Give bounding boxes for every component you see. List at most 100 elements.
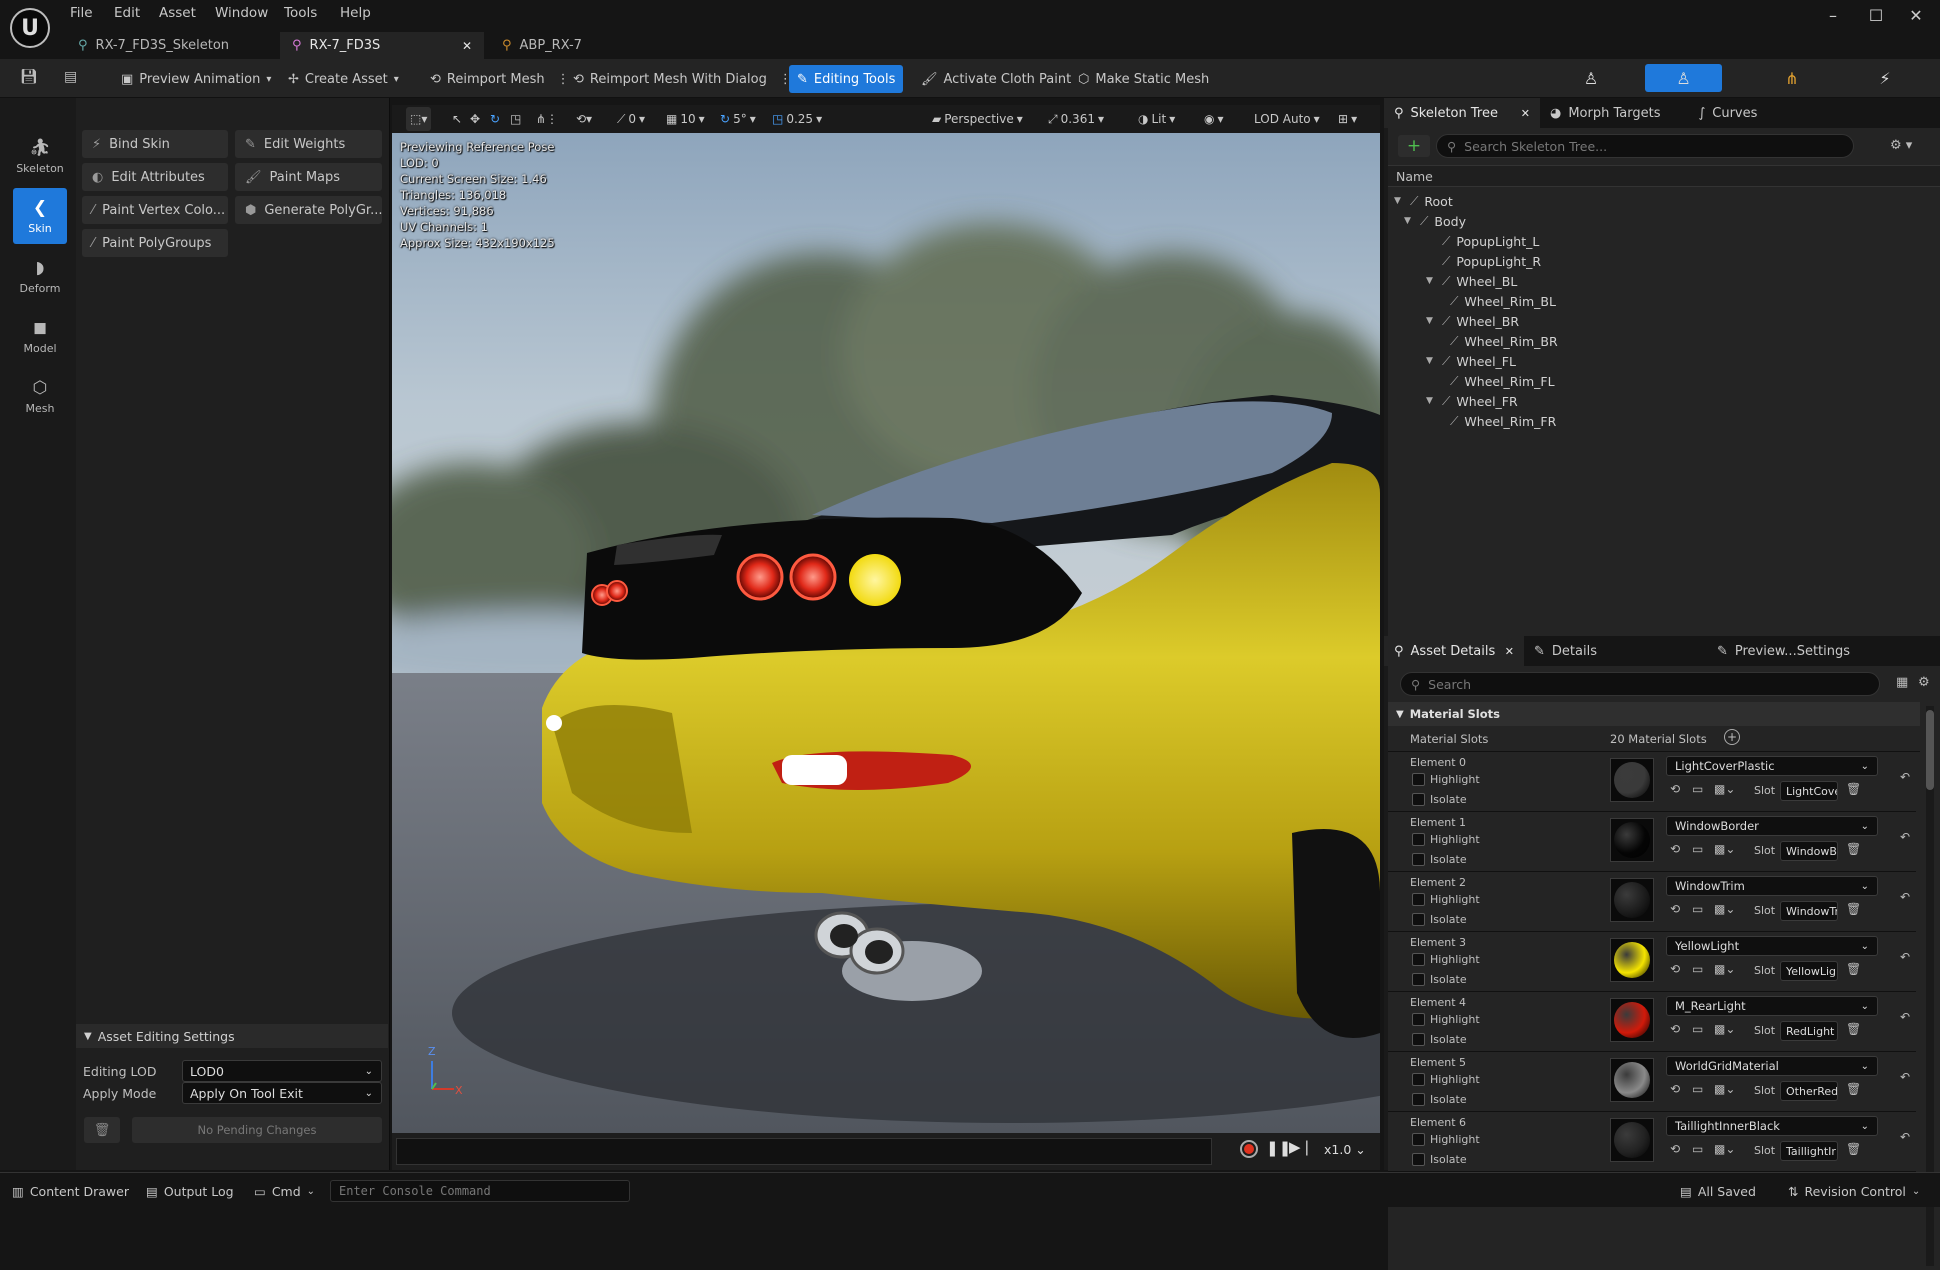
material-options-icon[interactable]: ▩⌄ <box>1714 1082 1735 1096</box>
close-icon[interactable]: ✕ <box>1521 107 1530 120</box>
reset-to-default-icon[interactable]: ↶ <box>1900 1130 1910 1144</box>
material-options-icon[interactable]: ▩⌄ <box>1714 1022 1735 1036</box>
mode-model[interactable]: ◼ Model <box>13 308 67 364</box>
material-slots-section-header[interactable]: ▼ Material Slots <box>1388 702 1920 726</box>
content-drawer-button[interactable]: ▥ Content Drawer <box>12 1180 129 1202</box>
coordinate-system-icon[interactable]: ⋔⋮ <box>532 107 562 131</box>
material-dropdown[interactable]: WindowTrim ⌄ <box>1666 876 1878 896</box>
scale-icon[interactable]: ◳ <box>506 107 525 131</box>
material-options-icon[interactable]: ▩⌄ <box>1714 962 1735 976</box>
material-dropdown[interactable]: LightCoverPlastic ⌄ <box>1666 756 1878 776</box>
details-search-input[interactable]: ⚲ Search <box>1400 672 1880 696</box>
isolate-checkbox[interactable] <box>1412 853 1425 866</box>
use-selected-icon[interactable]: ⟲ <box>1670 1082 1680 1096</box>
activate-cloth-paint-button[interactable]: 🖌︎ Activate Cloth Paint <box>913 65 1079 93</box>
scale-snap[interactable]: ◳ 0.25 ▾ <box>768 107 826 131</box>
material-thumbnail[interactable] <box>1610 938 1654 982</box>
bone-row[interactable]: ▼ ⟋ Root <box>1388 191 1940 211</box>
revision-control-dropdown[interactable]: ⇅ Revision Control ⌄ <box>1788 1180 1920 1202</box>
paint-polygroups-tool[interactable]: ⁄ Paint PolyGroups <box>82 229 228 257</box>
menu-asset[interactable]: Asset <box>159 5 196 25</box>
bone-row[interactable]: ⟋ Wheel_Rim_BL <box>1388 291 1940 311</box>
reset-to-default-icon[interactable]: ↶ <box>1900 830 1910 844</box>
material-thumbnail[interactable] <box>1610 998 1654 1042</box>
show-dropdown[interactable]: ◉ ▾ <box>1200 107 1228 131</box>
reset-to-default-icon[interactable]: ↶ <box>1900 950 1910 964</box>
editing-lod-dropdown[interactable]: LOD0 ⌄ <box>182 1060 382 1082</box>
browse-icon[interactable]: ▤ <box>64 69 77 85</box>
scrollbar-thumb[interactable] <box>1926 710 1934 790</box>
slot-name-input[interactable]: WindowTr <box>1780 901 1838 921</box>
table-view-icon[interactable]: ▦ <box>1896 675 1908 690</box>
bone-row[interactable]: ⟋ Wheel_Rim_FR <box>1388 411 1940 431</box>
step-forward-icon[interactable]: ▶❘ <box>1289 1138 1313 1156</box>
material-options-icon[interactable]: ▩⌄ <box>1714 1142 1735 1156</box>
edit-attributes-tool[interactable]: ◐ Edit Attributes <box>82 163 228 191</box>
delete-slot-icon[interactable]: 🗑︎ <box>1846 1022 1861 1036</box>
bone-row[interactable]: ▼ ⟋ Wheel_FL <box>1388 351 1940 371</box>
translate-icon[interactable]: ✥ <box>466 107 484 131</box>
bone-row[interactable]: ⟋ Wheel_Rim_BR <box>1388 331 1940 351</box>
isolate-checkbox[interactable] <box>1412 1033 1425 1046</box>
tab-skeleton[interactable]: ⚲ RX-7_FD3S_Skeleton <box>66 32 278 59</box>
use-selected-icon[interactable]: ⟲ <box>1670 1142 1680 1156</box>
maximize-icon[interactable]: ☐ <box>1866 6 1886 26</box>
skeleton-search-input[interactable]: ⚲ Search Skeleton Tree... <box>1436 134 1854 158</box>
highlight-checkbox[interactable] <box>1412 1073 1425 1086</box>
delete-slot-icon[interactable]: 🗑︎ <box>1846 842 1861 856</box>
timeline-scrubber[interactable] <box>396 1138 1212 1165</box>
use-selected-icon[interactable]: ⟲ <box>1670 902 1680 916</box>
bone-row[interactable]: ▼ ⟋ Wheel_BL <box>1388 271 1940 291</box>
material-dropdown[interactable]: TaillightInnerBlack ⌄ <box>1666 1116 1878 1136</box>
tab-details[interactable]: ✎ Details <box>1524 636 1607 666</box>
isolate-checkbox[interactable] <box>1412 1093 1425 1106</box>
column-header-name[interactable]: Name <box>1388 165 1940 187</box>
highlight-checkbox[interactable] <box>1412 1013 1425 1026</box>
isolate-checkbox[interactable] <box>1412 1153 1425 1166</box>
mode-mesh[interactable]: ⬡ Mesh <box>13 368 67 424</box>
reset-to-default-icon[interactable]: ↶ <box>1900 770 1910 784</box>
mode-deform[interactable]: ◗ Deform <box>13 248 67 304</box>
material-thumbnail[interactable] <box>1610 1118 1654 1162</box>
material-thumbnail[interactable] <box>1610 818 1654 862</box>
preview-animation-button[interactable]: ▣ Preview Animation ▾ <box>113 65 279 93</box>
minimize-icon[interactable]: – <box>1823 6 1843 26</box>
material-thumbnail[interactable] <box>1610 1058 1654 1102</box>
delete-slot-icon[interactable]: 🗑︎ <box>1846 1142 1861 1156</box>
bone-row[interactable]: ▼ ⟋ Wheel_BR <box>1388 311 1940 331</box>
menu-window[interactable]: Window <box>215 5 268 25</box>
delete-slot-icon[interactable]: 🗑︎ <box>1846 1082 1861 1096</box>
apply-mode-dropdown[interactable]: Apply On Tool Exit ⌄ <box>182 1082 382 1104</box>
record-button[interactable] <box>1240 1140 1258 1158</box>
material-dropdown[interactable]: YellowLight ⌄ <box>1666 936 1878 956</box>
tab-preview-settings[interactable]: ✎ Preview...Settings <box>1707 636 1860 666</box>
rotation-snap[interactable]: ↻ 5° ▾ <box>716 107 760 131</box>
screen-percentage-dropdown[interactable]: ⤢ 0.361 ▾ <box>1044 107 1108 131</box>
skeleton-mode-button[interactable]: ♙ <box>1556 64 1626 92</box>
settings-gear-icon[interactable]: ⚙ ▾ <box>1890 138 1912 153</box>
paint-maps-tool[interactable]: 🖌︎ Paint Maps <box>235 163 382 191</box>
translate-snap[interactable]: ⟋ 0 ▾ <box>613 107 649 131</box>
playback-speed-dropdown[interactable]: x1.0 ⌄ <box>1324 1142 1366 1157</box>
slot-name-input[interactable]: OtherRed <box>1780 1081 1838 1101</box>
lod-dropdown[interactable]: LOD Auto ▾ <box>1250 107 1324 131</box>
edit-weights-tool[interactable]: ✎ Edit Weights <box>235 130 382 158</box>
browse-asset-icon[interactable]: ▭ <box>1692 1022 1703 1036</box>
browse-asset-icon[interactable]: ▭ <box>1692 962 1703 976</box>
highlight-checkbox[interactable] <box>1412 953 1425 966</box>
isolate-checkbox[interactable] <box>1412 973 1425 986</box>
expand-arrow-icon[interactable]: ▼ <box>1404 216 1414 226</box>
material-thumbnail[interactable] <box>1610 758 1654 802</box>
unreal-logo-icon[interactable]: U <box>10 8 50 48</box>
bone-row[interactable]: ⟋ Wheel_Rim_FL <box>1388 371 1940 391</box>
material-thumbnail[interactable] <box>1610 878 1654 922</box>
delete-slot-icon[interactable]: 🗑︎ <box>1846 902 1861 916</box>
browse-asset-icon[interactable]: ▭ <box>1692 1142 1703 1156</box>
bone-row[interactable]: ⟋ PopupLight_L <box>1388 231 1940 251</box>
tab-anim-blueprint[interactable]: ⚲ ABP_RX-7 <box>490 32 610 59</box>
browse-asset-icon[interactable]: ▭ <box>1692 902 1703 916</box>
menu-help[interactable]: Help <box>340 5 371 25</box>
material-dropdown[interactable]: WorldGridMaterial ⌄ <box>1666 1056 1878 1076</box>
lit-dropdown[interactable]: ◑ Lit ▾ <box>1134 107 1179 131</box>
create-asset-button[interactable]: ✢ Create Asset ▾ <box>280 65 407 93</box>
